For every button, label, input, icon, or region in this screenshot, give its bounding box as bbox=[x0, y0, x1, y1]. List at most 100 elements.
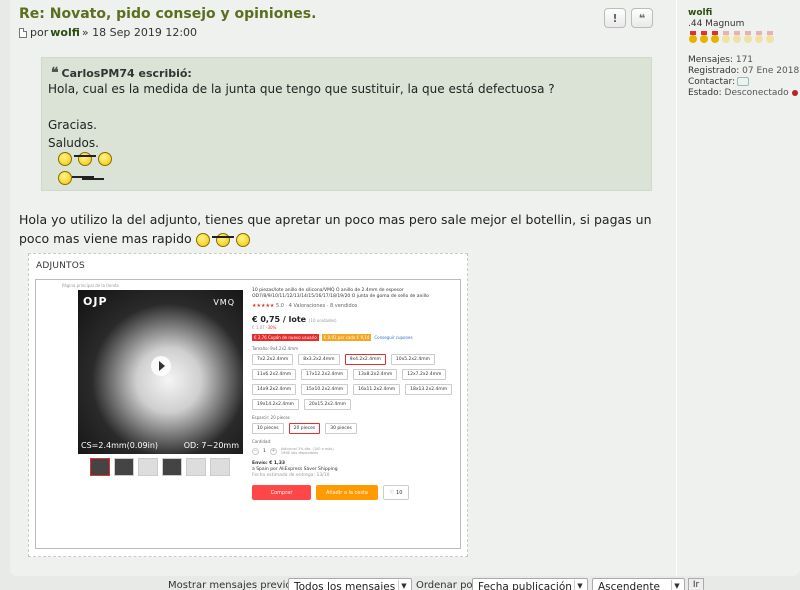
size-option: 11x6.2x2.4mm bbox=[252, 369, 297, 380]
qty-plus-icon: + bbox=[269, 447, 277, 455]
offline-status-icon bbox=[791, 89, 798, 96]
thumbnail bbox=[162, 458, 182, 476]
coupon-per-amount: € 0,91 por cada € 9,14 bbox=[321, 334, 372, 341]
smiley-glasses-icon bbox=[74, 152, 96, 166]
old-price-value: € 1,07 bbox=[252, 325, 265, 330]
author-link[interactable]: wolfi bbox=[50, 26, 80, 39]
profile-contact: Contactar: bbox=[688, 77, 750, 87]
smiley-gun-icon bbox=[58, 171, 94, 185]
direction-select[interactable]: Ascendente ▼ bbox=[592, 578, 685, 590]
product-caption: CS=2.4mm(0.09in) OD: 7~20mm bbox=[81, 441, 239, 450]
coupons: € 2,76 Cupón de nuevo usuario € 0,91 por… bbox=[252, 334, 457, 341]
rank-medals-icon bbox=[688, 31, 775, 43]
buy-row: Comprar Añadir a la cesta ♡ 10 bbox=[252, 485, 457, 500]
thumbnail bbox=[114, 458, 134, 476]
show-posts-label: Mostrar mensajes previos: bbox=[168, 580, 301, 590]
piece-option: 20 pieces bbox=[288, 423, 321, 434]
rating-text: 5.0 · 4 Valoraciones · 8 vendidos bbox=[276, 303, 358, 309]
buy-now-button: Comprar bbox=[252, 485, 311, 500]
quote-smileys bbox=[58, 152, 112, 166]
report-button[interactable]: ! bbox=[604, 8, 626, 28]
smiley-cool-icon bbox=[195, 232, 210, 247]
size-option: 20x15.2x2.4mm bbox=[304, 399, 351, 410]
size-option: 9x4.2x2.4mm bbox=[344, 354, 386, 365]
chevron-down-icon: ▼ bbox=[671, 580, 682, 590]
wish-count: 10 bbox=[396, 489, 403, 496]
order-by-label: Ordenar por bbox=[416, 580, 477, 590]
caption-left: CS=2.4mm(0.09in) bbox=[81, 441, 159, 450]
heart-icon: ♡ bbox=[389, 489, 395, 496]
size-option: 7x2.2x2.4mm bbox=[252, 354, 294, 365]
product-title: 10 piezas/lote anillo de silicona/VMQ O … bbox=[252, 288, 429, 299]
chevron-down-icon: ▼ bbox=[398, 580, 409, 590]
quote-smiley-gun-row bbox=[58, 171, 94, 185]
discount: -30% bbox=[266, 325, 277, 330]
qty-label: Cantidad: bbox=[252, 439, 272, 444]
thumbnail bbox=[210, 458, 230, 476]
attachment-image[interactable]: Página principal de la tienda OJP VMQ CS… bbox=[35, 279, 461, 549]
order-by-select[interactable]: Fecha publicación ▼ bbox=[472, 578, 588, 590]
piece-option: 10 pieces bbox=[252, 423, 284, 434]
smiley-cool-icon-2 bbox=[98, 152, 112, 166]
smiley-glasses-icon bbox=[211, 232, 234, 247]
post-message: Hola yo utilizo la del adjunto, tienes q… bbox=[19, 210, 659, 248]
old-price: € 1,07 -30% bbox=[252, 325, 457, 330]
product-logo: OJP bbox=[83, 295, 108, 308]
contact-icon[interactable] bbox=[737, 77, 750, 86]
add-to-cart-button: Añadir a la cesta bbox=[316, 485, 378, 500]
product-brand: VMQ bbox=[213, 298, 235, 307]
post-file-icon[interactable] bbox=[19, 27, 27, 38]
post-author-line: por wolfi » 18 Sep 2019 12:00 bbox=[19, 26, 197, 39]
message-smileys bbox=[195, 232, 250, 247]
size-option: 16x11.2x2.4mm bbox=[353, 384, 401, 395]
size-option: 14x9.2x2.4mm bbox=[252, 384, 297, 395]
quote-cite: ❝ CarlosPM74 escribió: bbox=[51, 65, 192, 81]
ship-title: Envío: € 1,33 bbox=[252, 461, 286, 466]
attachments-title: ADJUNTOS bbox=[36, 261, 85, 271]
size-label: Tamaño: 9x4.2x2.4mm bbox=[252, 346, 298, 351]
size-option: 10x5.2x2.4mm bbox=[390, 354, 435, 365]
size-option: 15x10.2x2.4mm bbox=[301, 384, 349, 395]
quote-mark-icon: ❝ bbox=[51, 65, 59, 81]
thumbnail bbox=[90, 458, 110, 476]
price-value: € 0,75 / lote bbox=[252, 315, 307, 324]
attachments-box: ADJUNTOS Página principal de la tienda O… bbox=[28, 253, 468, 557]
author-prefix: por bbox=[30, 26, 49, 39]
smiley-cool-icon-2 bbox=[235, 232, 250, 247]
profile-registered: Registrado: 07 Ene 2018 17:23 bbox=[688, 66, 800, 76]
caption-right: OD: 7~20mm bbox=[183, 441, 239, 450]
ship-eta: Fecha estimada de entrega: 13/10 bbox=[252, 473, 330, 478]
quote-button[interactable]: ❝ bbox=[631, 8, 653, 28]
size-option: 13x8.2x2.4mm bbox=[353, 369, 398, 380]
quote-line-1: Hola, cual es la medida de la junta que … bbox=[48, 82, 555, 96]
go-button[interactable]: Ir bbox=[688, 578, 704, 590]
qty-note-2: 1998 lots disponibles bbox=[280, 451, 319, 455]
product-thumbnails bbox=[90, 458, 230, 476]
qty-value: 1 bbox=[263, 448, 266, 454]
size-option: 18x13.2x2.4mm bbox=[405, 384, 453, 395]
profile-posts: Mensajes: 171 bbox=[688, 55, 754, 65]
smiley-cool-icon bbox=[58, 152, 72, 166]
post-buttons: ! ❝ bbox=[604, 8, 653, 28]
profile-name[interactable]: wolfi bbox=[688, 8, 712, 18]
product-rating: ★★★★★ 5.0 · 4 Valoraciones · 8 vendidos bbox=[252, 303, 457, 309]
product-price: € 0,75 / lote (10 unidades) bbox=[252, 315, 457, 324]
qty-minus-icon: − bbox=[252, 447, 259, 455]
post-title[interactable]: Re: Novato, pido consejo y opiniones. bbox=[19, 6, 316, 22]
profile-posts-value[interactable]: 171 bbox=[736, 55, 753, 65]
shot-breadcrumb: Página principal de la tienda bbox=[62, 283, 119, 288]
thumbnail bbox=[186, 458, 206, 476]
coupon-new-user: € 2,76 Cupón de nuevo usuario bbox=[252, 334, 319, 341]
piece-option: 30 pieces bbox=[325, 423, 357, 434]
product-info: 10 piezas/lote anillo de silicona/VMQ O … bbox=[252, 288, 457, 500]
get-coupons-link: Conseguir cupones bbox=[374, 335, 413, 340]
show-posts-select[interactable]: Todos los mensajes ▼ bbox=[288, 578, 412, 590]
size-option: 19x14.2x2.4mm bbox=[252, 399, 299, 410]
post-date: » 18 Sep 2019 12:00 bbox=[81, 26, 198, 39]
quote-cite-text: CarlosPM74 escribió: bbox=[61, 67, 192, 80]
display-options-bar: Mostrar mensajes previos: Todos los mens… bbox=[0, 578, 800, 590]
wishlist-button: ♡ 10 bbox=[383, 485, 409, 500]
ship-line: a Spain por AliExpress Saver Shipping bbox=[252, 467, 338, 472]
chevron-down-icon: ▼ bbox=[574, 580, 585, 590]
pieces-label: Esparcir: 20 pieces bbox=[252, 415, 290, 420]
